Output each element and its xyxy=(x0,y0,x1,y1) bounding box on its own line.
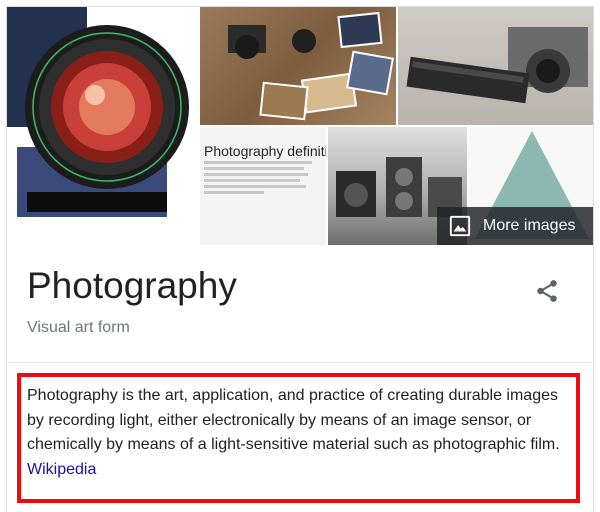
definition-title: Photography definitio xyxy=(204,143,326,159)
film-camera-image[interactable] xyxy=(398,7,593,125)
photography-definition-image[interactable]: Photography definitio xyxy=(200,127,326,245)
more-images-label: More images xyxy=(483,217,576,234)
section-divider xyxy=(7,362,593,363)
share-icon[interactable] xyxy=(534,278,560,304)
camera-prints-desk-image[interactable] xyxy=(200,7,396,125)
image-icon xyxy=(449,215,471,237)
description: Photography is the art, application, and… xyxy=(27,384,577,482)
entity-subtitle: Visual art form xyxy=(27,319,130,336)
wikipedia-link[interactable]: Wikipedia xyxy=(27,461,96,478)
more-images-button[interactable]: More images xyxy=(437,207,593,245)
camera-lens-image[interactable] xyxy=(7,7,198,245)
knowledge-panel: Photography definitio More images Photog… xyxy=(6,6,594,512)
definition-text-lines xyxy=(204,161,316,197)
entity-title: Photography xyxy=(27,265,237,306)
description-text: Photography is the art, application, and… xyxy=(27,387,560,454)
